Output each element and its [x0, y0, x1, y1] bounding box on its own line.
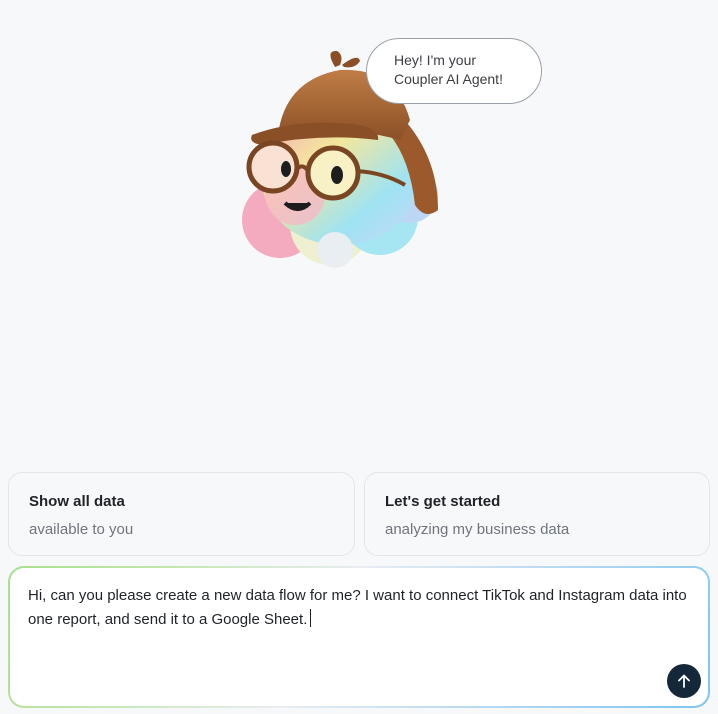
message-input-text: Hi, can you please create a new data flo…	[28, 587, 687, 628]
greeting-line-1: Hey! I'm your	[394, 52, 477, 68]
arrow-up-icon	[678, 674, 690, 688]
suggestion-subtitle: available to you	[29, 521, 134, 538]
greeting-line-2: Coupler AI Agent!	[394, 71, 503, 87]
send-button[interactable]	[667, 664, 701, 698]
suggestion-title: Let's get started	[385, 493, 501, 510]
suggestion-subtitle: analyzing my business data	[385, 521, 570, 538]
greeting-speech-bubble: Hey! I'm your Coupler AI Agent!	[366, 38, 542, 104]
message-input[interactable]: Hi, can you please create a new data flo…	[28, 584, 690, 632]
text-caret	[310, 609, 312, 627]
welcome-area: Hey! I'm your Coupler AI Agent!	[0, 0, 718, 300]
suggestion-title: Show all data	[29, 493, 125, 510]
suggestion-card-show-all-data[interactable]: Show all data available to you	[8, 472, 355, 556]
message-composer: Hi, can you please create a new data flo…	[8, 566, 710, 708]
message-input-area[interactable]: Hi, can you please create a new data flo…	[10, 568, 708, 706]
suggestion-card-get-started[interactable]: Let's get started analyzing my business …	[364, 472, 710, 556]
